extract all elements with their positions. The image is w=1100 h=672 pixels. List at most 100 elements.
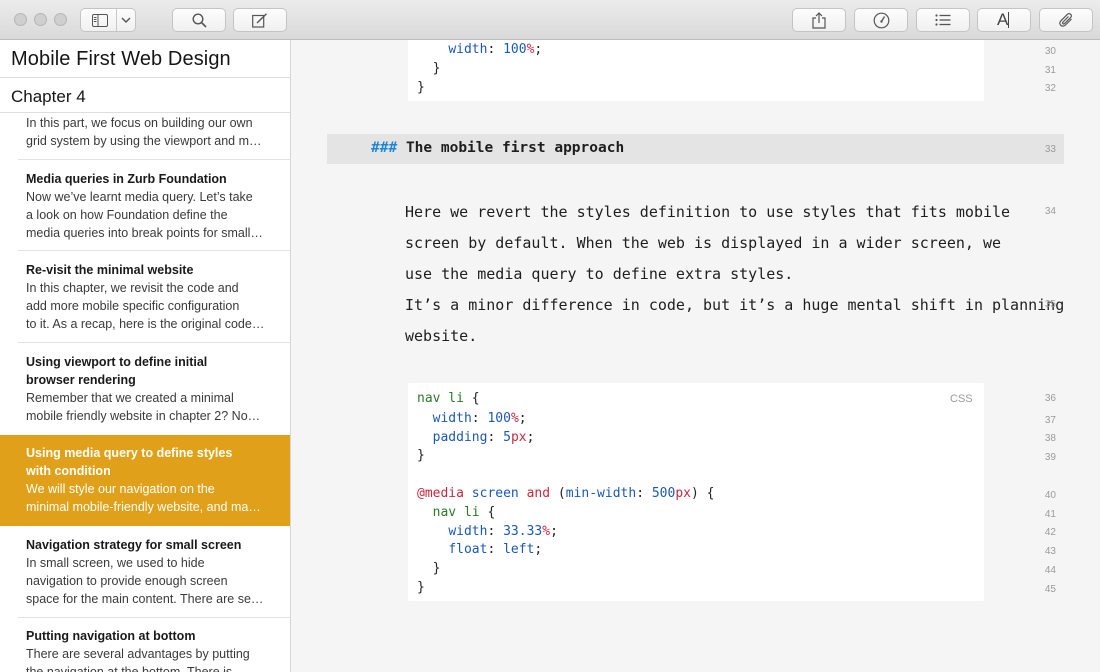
zoom-window-button[interactable] (54, 13, 67, 26)
line-number: 41 (1044, 509, 1056, 520)
gauge-icon (873, 12, 890, 29)
paragraph-line: use the media query to define extra styl… (405, 265, 794, 283)
minimize-window-button[interactable] (34, 13, 47, 26)
code-language-label: CSS (950, 393, 973, 405)
sheet-excerpt-line: space for the main content. There are se… (26, 592, 264, 606)
search-button[interactable] (172, 8, 226, 32)
line-number: 44 (1044, 565, 1056, 576)
line-number: 31 (1044, 65, 1056, 76)
code-line: @media screen and (min-width: 500px) { (417, 486, 715, 501)
line-number: 45 (1044, 584, 1056, 595)
sheet-item[interactable]: Putting navigation at bottom There are s… (0, 627, 290, 672)
sheet-item-selected[interactable]: Using media query to define styles with … (0, 435, 290, 526)
code-line: nav li { (432, 505, 496, 520)
code-line: padding: 5px; (432, 430, 535, 445)
paragraph-line: website. (405, 327, 478, 345)
line-number: 39 (1044, 452, 1056, 463)
sheet-title: browser rendering (26, 373, 136, 387)
sidebar-icon (92, 14, 108, 27)
divider (0, 112, 290, 113)
sheet-excerpt-line: media queries into break points for smal… (26, 226, 263, 240)
sheet-title: Media queries in Zurb Foundation (26, 172, 227, 186)
share-icon (812, 11, 826, 29)
sheet-excerpt-line: to it. As a recap, here is the original … (26, 317, 265, 331)
divider (0, 77, 290, 78)
sheet-item[interactable]: In this part, we focus on building our o… (0, 114, 290, 159)
paragraph-line: screen by default. When the web is displ… (405, 234, 1002, 252)
compose-icon (252, 12, 268, 28)
code-line: } (417, 448, 425, 463)
line-number: 34 (1044, 206, 1056, 217)
code-line: float: left; (448, 542, 543, 557)
code-line: } (432, 561, 441, 576)
section-heading[interactable]: ### The mobile first approach (371, 140, 624, 156)
close-window-button[interactable] (14, 13, 27, 26)
sheet-excerpt-line: In this part, we focus on building our o… (26, 116, 253, 130)
chevron-down-icon[interactable] (121, 17, 131, 24)
line-number: 36 (1044, 393, 1056, 404)
heading-marker: ### (371, 140, 398, 156)
attachments-button[interactable] (1039, 8, 1093, 32)
sheet-title: Navigation strategy for small screen (26, 538, 242, 552)
sheet-excerpt-line: a look on how Foundation define the (26, 208, 228, 222)
sheet-item[interactable]: Media queries in Zurb Foundation Now we’… (0, 170, 290, 250)
sheet-excerpt-line: minimal mobile-friendly website, and ma… (26, 500, 261, 514)
sheet-item[interactable]: Navigation strategy for small screen In … (0, 536, 290, 616)
sheet-title: Putting navigation at bottom (26, 629, 196, 643)
goals-button[interactable] (854, 8, 908, 32)
sheet-title: Re-visit the minimal website (26, 263, 194, 277)
line-number: 30 (1044, 46, 1056, 57)
code-line: } (417, 61, 441, 76)
divider (18, 159, 290, 160)
window-toolbar: A (0, 0, 1100, 40)
sheet-title: Using viewport to define initial (26, 355, 208, 369)
sheet-item[interactable]: Using viewport to define initial browser… (0, 353, 290, 433)
code-line: width: 100%; (432, 411, 527, 426)
sheet-excerpt-line: navigation to provide enough screen (26, 574, 228, 588)
code-line: nav li { (417, 391, 480, 406)
sheet-excerpt-line: add more mobile specific configuration (26, 299, 240, 313)
chapter-title[interactable]: Chapter 4 (11, 87, 86, 107)
search-icon (191, 12, 207, 28)
line-number: 42 (1044, 527, 1056, 538)
font-icon: A (995, 10, 1013, 29)
sheet-title: with condition (26, 464, 111, 478)
sheet-excerpt-line: mobile friendly website in chapter 2? No… (26, 409, 261, 423)
sheet-excerpt-line: Remember that we created a minimal (26, 391, 234, 405)
sheet-excerpt-line: the navigation at the bottom. There is… (26, 665, 245, 672)
heading-text: The mobile first approach (405, 140, 625, 156)
sheet-excerpt-line: Now we’ve learnt media query. Let’s take (26, 190, 253, 204)
line-number: 38 (1044, 433, 1056, 444)
line-number: 32 (1044, 83, 1056, 94)
divider (18, 250, 290, 251)
code-line: } (417, 580, 425, 595)
typography-button[interactable]: A (977, 8, 1031, 32)
book-title[interactable]: Mobile First Web Design (11, 48, 231, 71)
paragraph-line: Here we revert the styles definition to … (405, 203, 1011, 221)
line-number: 33 (1044, 144, 1056, 155)
font-glyph: A (997, 10, 1009, 29)
divider (18, 342, 290, 343)
editor-pane[interactable]: width: 100%; } } 30 31 32 ### The mobile… (291, 40, 1100, 672)
paragraph-line: It’s a minor difference in code, but it’… (405, 296, 1065, 314)
line-number: 35 (1044, 299, 1056, 310)
line-number: 43 (1044, 546, 1056, 557)
line-number: 40 (1044, 490, 1056, 501)
paperclip-icon (1058, 12, 1074, 28)
sheet-title: Using media query to define styles (26, 446, 233, 460)
sheet-list-sidebar: Mobile First Web Design Chapter 4 In thi… (0, 40, 291, 672)
line-number: 37 (1044, 415, 1056, 426)
outline-button[interactable] (916, 8, 970, 32)
sidebar-toggle-button[interactable] (80, 8, 136, 32)
sheet-excerpt-line: In this chapter, we revisit the code and (26, 281, 239, 295)
code-line: width: 33.33%; (448, 524, 558, 539)
sheet-excerpt-line: grid system by using the viewport and m… (26, 134, 262, 148)
code-line: } (417, 80, 425, 95)
sheet-excerpt-line: We will style our navigation on the (26, 482, 215, 496)
list-icon (935, 14, 951, 26)
sheet-item[interactable]: Re-visit the minimal website In this cha… (0, 261, 290, 343)
share-button[interactable] (792, 8, 846, 32)
compose-button[interactable] (233, 8, 287, 32)
sheet-excerpt-line: In small screen, we used to hide (26, 556, 205, 570)
code-line: width: 100%; (448, 42, 543, 57)
